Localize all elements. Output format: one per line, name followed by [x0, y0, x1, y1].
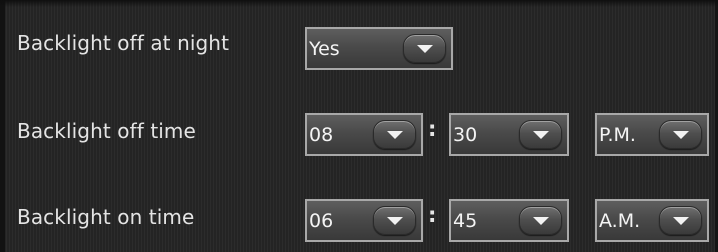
backlight-on-ampm-select[interactable]: A.M.: [595, 199, 709, 242]
chevron-down-icon: [386, 130, 403, 139]
backlight-on-hour-dropdown-button[interactable]: [373, 206, 416, 235]
backlight-on-minute-select[interactable]: 45: [449, 199, 569, 242]
screen-edge-left: [0, 0, 5, 252]
backlight-off-at-night-value: Yes: [309, 38, 340, 60]
backlight-on-ampm-dropdown-button[interactable]: [659, 206, 702, 235]
chevron-down-icon: [532, 130, 549, 139]
backlight-off-ampm-dropdown-button[interactable]: [659, 120, 702, 149]
backlight-on-hour-value: 06: [309, 210, 334, 232]
backlight-off-time-label: Backlight off time: [17, 119, 196, 143]
backlight-off-ampm-value: P.M.: [599, 124, 636, 146]
backlight-on-hour-select[interactable]: 06: [305, 199, 423, 242]
chevron-down-icon: [532, 216, 549, 225]
backlight-off-hour-select[interactable]: 08: [305, 113, 423, 156]
backlight-off-minute-select[interactable]: 30: [449, 113, 569, 156]
backlight-off-at-night-select[interactable]: Yes: [305, 27, 453, 70]
backlight-off-minute-value: 30: [453, 124, 478, 146]
backlight-on-minute-value: 45: [453, 210, 478, 232]
backlight-on-minute-dropdown-button[interactable]: [519, 206, 562, 235]
backlight-off-hour-dropdown-button[interactable]: [373, 120, 416, 149]
backlight-on-time-label: Backlight on time: [17, 205, 195, 229]
backlight-off-at-night-label: Backlight off at night: [17, 31, 230, 55]
screen-edge-top: [0, 0, 718, 7]
time-separator: :: [428, 117, 437, 141]
chevron-down-icon: [416, 44, 433, 53]
backlight-off-at-night-dropdown-button[interactable]: [403, 34, 446, 63]
backlight-on-ampm-value: A.M.: [599, 210, 641, 232]
chevron-down-icon: [672, 216, 689, 225]
chevron-down-icon: [386, 216, 403, 225]
time-separator: :: [428, 203, 437, 227]
chevron-down-icon: [672, 130, 689, 139]
backlight-off-ampm-select[interactable]: P.M.: [595, 113, 709, 156]
backlight-off-minute-dropdown-button[interactable]: [519, 120, 562, 149]
backlight-off-hour-value: 08: [309, 124, 334, 146]
